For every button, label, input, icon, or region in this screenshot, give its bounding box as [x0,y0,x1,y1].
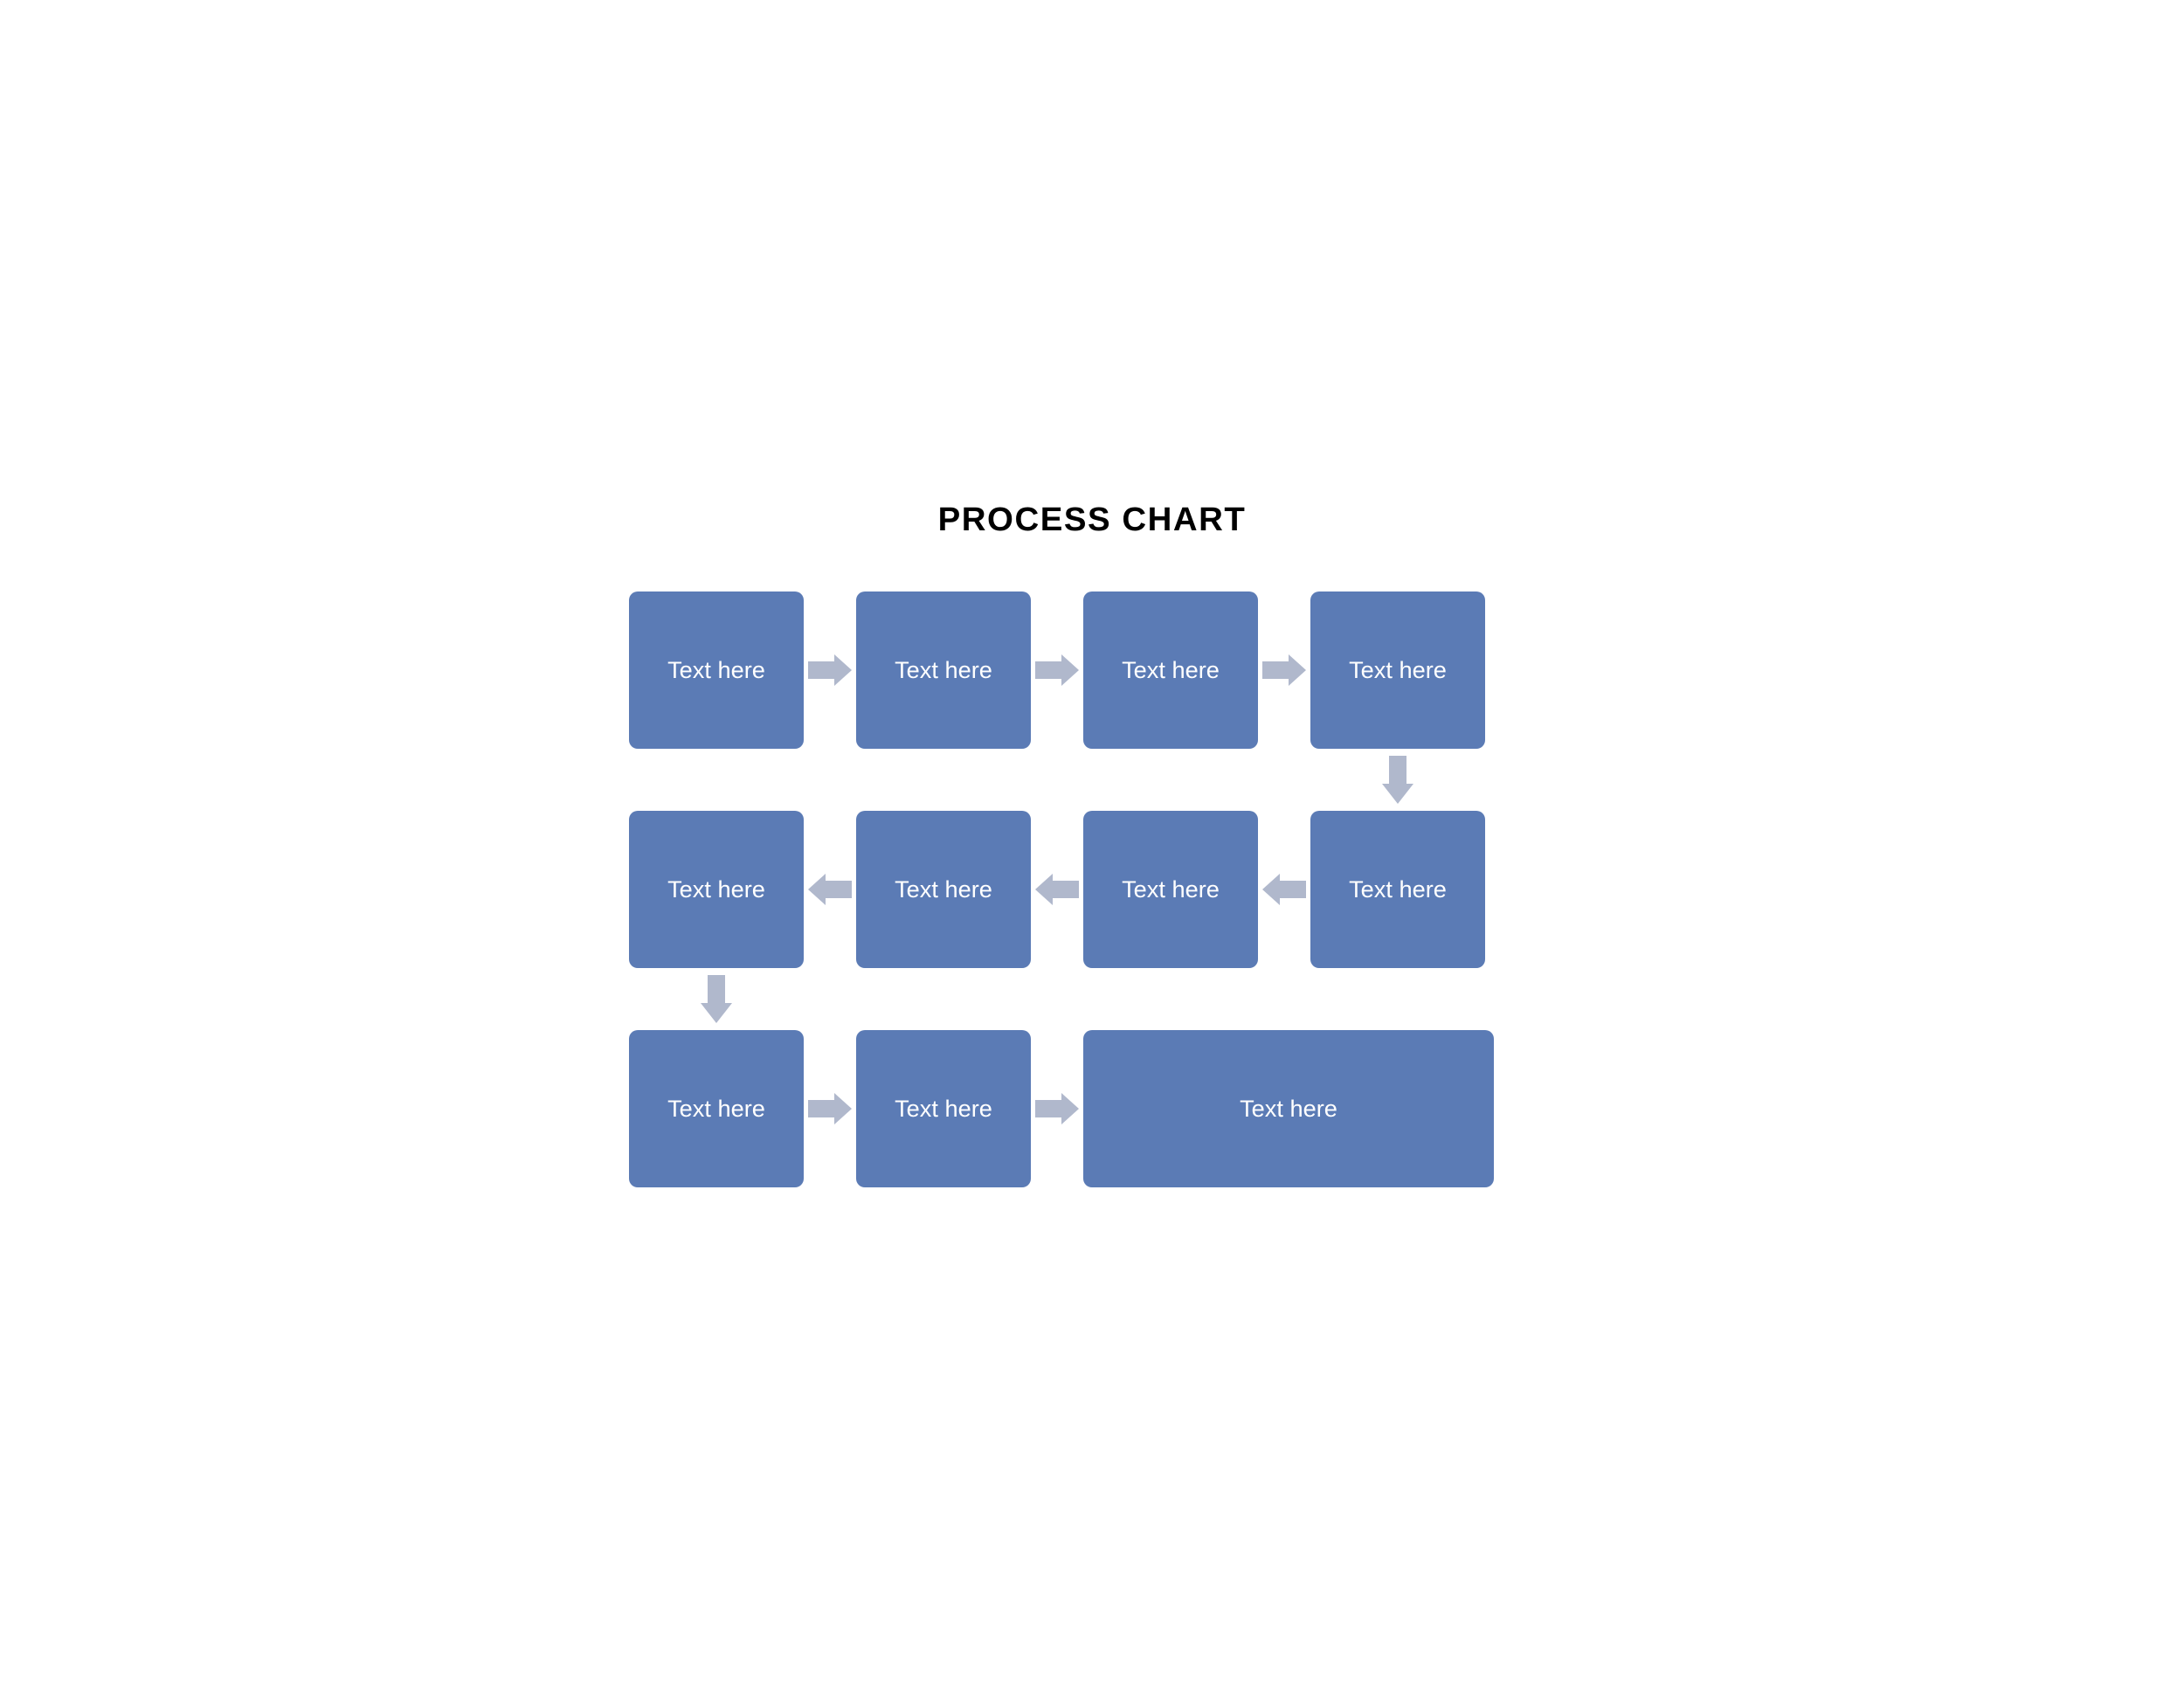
process-box-r2b1[interactable]: Text here [629,811,804,968]
arrow-left-r2-1 [804,874,856,905]
vertical-arrow-after-row2 [612,975,1572,1023]
chart-title: PROCESS CHART [612,501,1572,539]
arrow-left-r2-3 [1258,874,1310,905]
row-3: Text here Text here Text here [612,1030,1572,1187]
process-box-r1b3[interactable]: Text here [1083,591,1258,749]
chart-body: Text here Text here [612,591,1572,1187]
process-box-r3b1[interactable]: Text here [629,1030,804,1187]
arrow-right-r1-3 [1258,654,1310,686]
process-box-r1b4[interactable]: Text here [1310,591,1485,749]
page-wrapper: PROCESS CHART Text here Text here [612,501,1572,1187]
arrow-right-r1-1 [804,654,856,686]
arrow-right-r3-2 [1031,1093,1083,1124]
arrow-left-r2-2 [1031,874,1083,905]
process-box-r3b2[interactable]: Text here [856,1030,1031,1187]
process-box-r2b4[interactable]: Text here [1310,811,1485,968]
arrow-right-r1-2 [1031,654,1083,686]
process-box-r2b3[interactable]: Text here [1083,811,1258,968]
process-box-r2b2[interactable]: Text here [856,811,1031,968]
row-2: Text here Text here [612,811,1572,968]
vertical-arrow-after-row1 [612,756,1572,804]
process-box-r1b2[interactable]: Text here [856,591,1031,749]
row-1: Text here Text here [612,591,1572,749]
process-box-r3b3[interactable]: Text here [1083,1030,1494,1187]
arrow-right-r3-1 [804,1093,856,1124]
process-box-r1b1[interactable]: Text here [629,591,804,749]
